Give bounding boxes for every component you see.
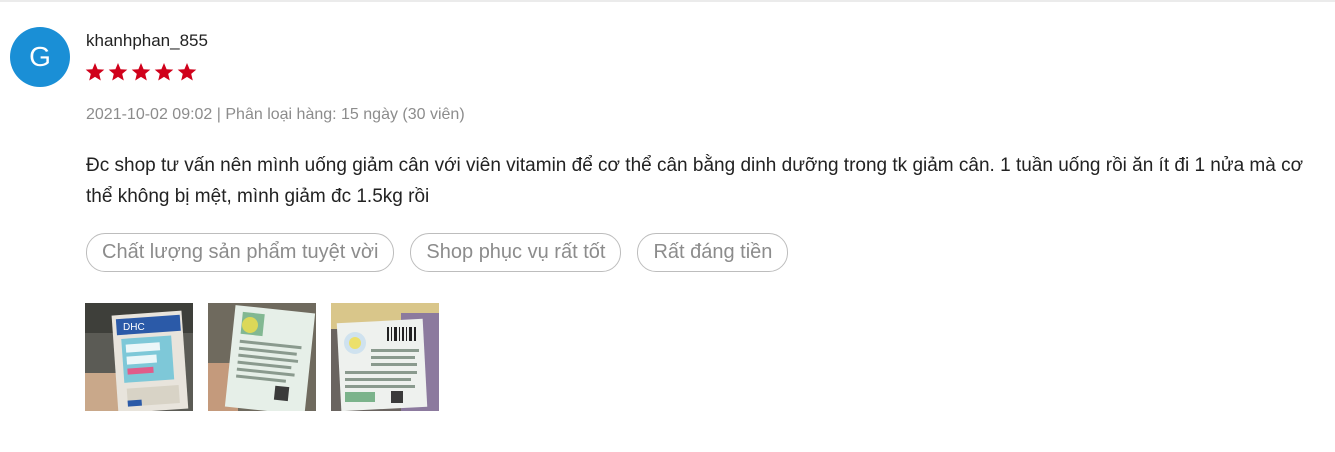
- rating-stars: [85, 62, 197, 82]
- top-divider: [0, 0, 1335, 2]
- product-photo-3: [331, 303, 439, 411]
- star-icon: [154, 62, 174, 82]
- review-tag[interactable]: Chất lượng sản phẩm tuyệt vời: [86, 233, 395, 272]
- reviewer-username[interactable]: khanhphan_855: [86, 31, 208, 51]
- review-tag[interactable]: Shop phục vụ rất tốt: [410, 233, 622, 272]
- avatar[interactable]: G: [10, 27, 70, 87]
- review-photo-thumbnail[interactable]: [331, 303, 439, 411]
- package-brand-text: DHC: [123, 322, 145, 333]
- review-photo-thumbnail[interactable]: [208, 303, 316, 411]
- review-tags: Chất lượng sản phẩm tuyệt vời Shop phục …: [86, 233, 789, 272]
- product-photo-1: DHC: [85, 303, 193, 411]
- review-photo-thumbnail[interactable]: DHC: [85, 303, 193, 411]
- star-icon: [177, 62, 197, 82]
- star-icon: [131, 62, 151, 82]
- review-text: Đc shop tư vấn nên mình uống giảm cân vớ…: [86, 155, 1304, 207]
- avatar-letter: G: [29, 41, 51, 72]
- review-photos: DHC: [85, 303, 439, 411]
- review-meta: 2021-10-02 09:02 | Phân loại hàng: 15 ng…: [86, 106, 465, 123]
- star-icon: [85, 62, 105, 82]
- product-photo-2: [208, 303, 316, 411]
- star-icon: [108, 62, 128, 82]
- review-tag[interactable]: Rất đáng tiền: [637, 233, 789, 272]
